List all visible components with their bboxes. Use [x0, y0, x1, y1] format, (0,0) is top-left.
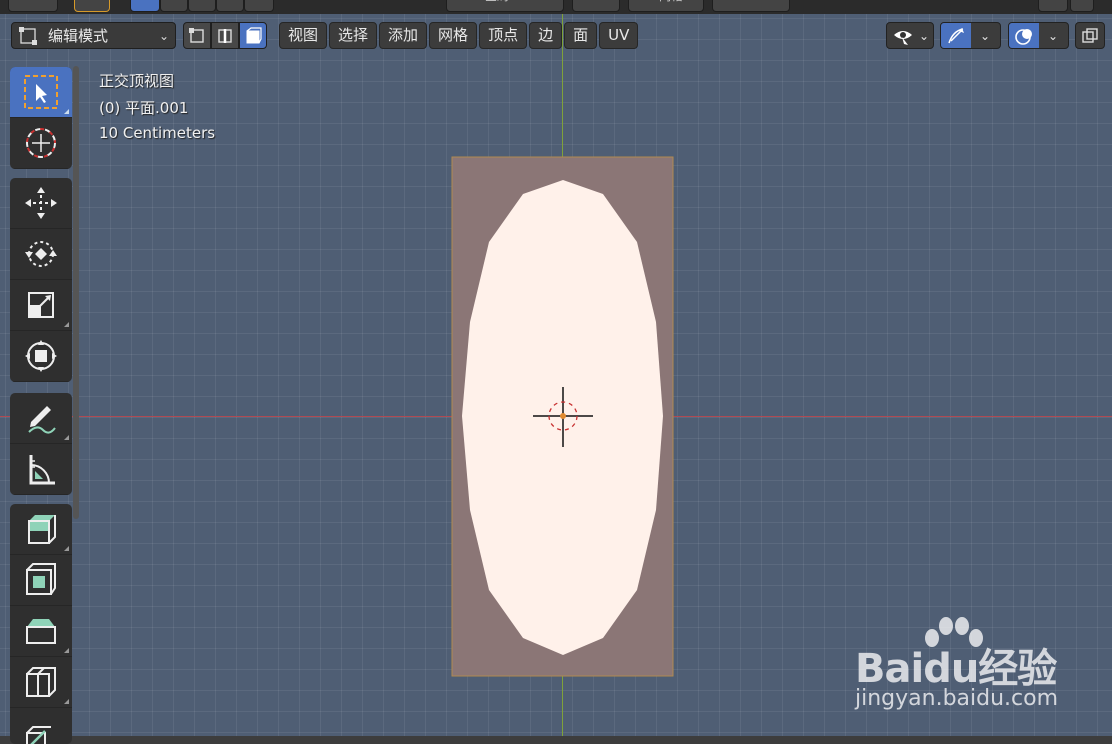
menu-edge[interactable]: 边 [529, 22, 563, 49]
knife-icon [26, 726, 51, 744]
edit-mode-icon [19, 26, 37, 45]
orientation-label: 全局 [485, 0, 509, 4]
more-tools-indicator [64, 109, 69, 114]
menu-vertex[interactable]: 顶点 [479, 22, 528, 49]
gizmo-toggle[interactable] [941, 23, 971, 48]
toolbox-annotate-group [10, 393, 72, 495]
scale-icon [28, 292, 54, 318]
annotate-pencil-icon [28, 406, 56, 434]
overlay-icon [1015, 28, 1032, 45]
transform-orientation-select[interactable]: 全局 [446, 0, 564, 12]
select-extend-button[interactable] [160, 0, 188, 12]
transform-icon [25, 340, 57, 372]
gizmo-select[interactable]: ⌄ [940, 22, 1001, 49]
vertex-select-button[interactable] [183, 22, 211, 49]
face-select-button[interactable] [239, 22, 267, 49]
grid-scale-label: 10 Centimeters [99, 124, 216, 142]
toolbox-mesh-group [10, 504, 72, 744]
gizmo-icon [948, 27, 964, 43]
select-new-button[interactable] [130, 0, 160, 12]
mode-select[interactable]: 编辑模式 ⌄ [11, 22, 176, 49]
header-x-button[interactable] [1070, 0, 1094, 12]
chevron-down-icon: ⌄ [158, 28, 169, 43]
bevel-tool[interactable] [10, 606, 72, 657]
chevron-down-icon: ⌄ [919, 28, 930, 43]
extrude-region-tool[interactable] [10, 504, 72, 555]
snap-label: 网格 [659, 0, 683, 4]
overlay-toggle[interactable] [1009, 23, 1039, 48]
scale-tool[interactable] [10, 280, 72, 331]
editor-type-button[interactable] [8, 0, 58, 12]
object-name-label: (0) 平面.001 [99, 99, 189, 117]
visibility-select[interactable]: ⌄ [886, 22, 934, 49]
menu-bar: 视图 选择 添加 网格 顶点 边 面 UV [279, 22, 639, 49]
move-icon [25, 187, 57, 219]
eye-icon [894, 30, 912, 45]
header-strip: 全局 网格 [0, 0, 1112, 14]
select-box-icon [24, 75, 58, 109]
toolbox-transform-group [10, 178, 72, 382]
knife-tool[interactable] [10, 708, 72, 744]
measure-tool[interactable] [10, 444, 72, 495]
menu-select[interactable]: 选择 [329, 22, 378, 49]
loop-cut-icon [26, 667, 56, 697]
rotate-tool[interactable] [10, 229, 72, 280]
toolbox-scrollbar[interactable] [73, 66, 79, 519]
select-box-tool[interactable] [10, 67, 72, 118]
inset-icon [26, 563, 56, 595]
rotate-icon [25, 241, 57, 267]
more-tools-indicator [64, 322, 69, 327]
menu-uv[interactable]: UV [599, 22, 639, 49]
xray-toggle[interactable] [1075, 22, 1105, 49]
menu-add[interactable]: 添加 [379, 22, 428, 49]
edge-select-button[interactable] [211, 22, 239, 49]
pivot-point-select[interactable] [572, 0, 620, 12]
transform-tool[interactable] [10, 331, 72, 382]
chevron-down-icon: ⌄ [980, 28, 991, 43]
vertex-select-icon [189, 27, 204, 43]
select-intersect-button[interactable] [244, 0, 274, 12]
more-tools-indicator [64, 435, 69, 440]
snap-select[interactable]: 网格 [628, 0, 704, 12]
more-tools-indicator [64, 648, 69, 653]
menu-face[interactable]: 面 [564, 22, 598, 49]
measure-ruler-icon [29, 455, 55, 485]
annotate-tool[interactable] [10, 393, 72, 444]
mode-label: 编辑模式 [48, 27, 109, 45]
tool-settings-button[interactable] [74, 0, 110, 12]
select-subtract-button[interactable] [188, 0, 216, 12]
view-name-label: 正交顶视图 [99, 72, 175, 90]
select-mode-group [183, 22, 267, 49]
overlay-select[interactable]: ⌄ [1008, 22, 1069, 49]
cursor-tool[interactable] [10, 118, 72, 169]
xray-icon [1082, 27, 1098, 43]
loop-cut-tool[interactable] [10, 657, 72, 708]
more-tools-indicator [64, 699, 69, 704]
select-invert-button[interactable] [216, 0, 244, 12]
proportional-edit-select[interactable] [712, 0, 790, 12]
inset-faces-tool[interactable] [10, 555, 72, 606]
bevel-icon [26, 619, 56, 644]
menu-view[interactable]: 视图 [279, 22, 328, 49]
toolbox-select-group [10, 67, 72, 169]
watermark-url: jingyan.baidu.com [855, 686, 1059, 711]
header-extra-button[interactable] [1038, 0, 1068, 12]
cursor-icon [26, 128, 56, 158]
edge-select-icon [218, 28, 232, 43]
menu-mesh[interactable]: 网格 [429, 22, 478, 49]
viewport-header: 编辑模式 ⌄ 视图 选择 添加 网格 顶点 边 面 UV ⌄ ⌄ ⌄ [0, 14, 1112, 58]
face-select-icon [246, 26, 262, 43]
chevron-down-icon: ⌄ [1048, 28, 1059, 43]
more-tools-indicator [64, 546, 69, 551]
move-tool[interactable] [10, 178, 72, 229]
extrude-icon [28, 515, 56, 544]
